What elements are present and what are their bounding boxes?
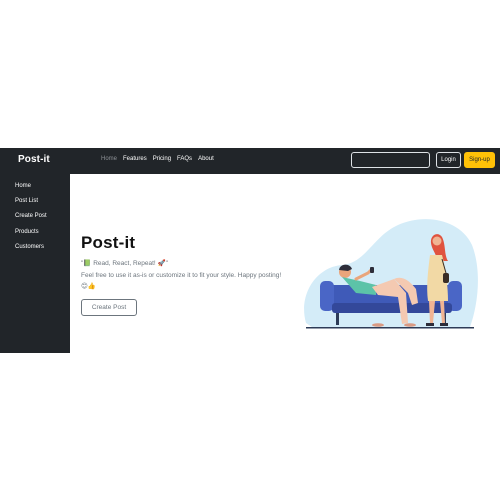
nav-link-faqs[interactable]: FAQs xyxy=(177,156,192,162)
login-button[interactable]: Login xyxy=(436,152,461,168)
hero-description: Feel free to use it as-is or customize i… xyxy=(81,272,282,290)
brand-logo[interactable]: Post-it xyxy=(18,154,50,165)
nav-link-pricing[interactable]: Pricing xyxy=(153,156,171,162)
sidebar-item-customers[interactable]: Customers xyxy=(15,244,44,250)
sidebar-item-create-post[interactable]: Create Post xyxy=(15,213,47,219)
nav-links: Home Features Pricing FAQs About xyxy=(101,156,214,162)
sidebar-item-products[interactable]: Products xyxy=(15,229,39,235)
hero-tagline: "📗 Read, React, Repeat! 🚀" xyxy=(81,260,168,267)
search-input[interactable] xyxy=(351,152,430,168)
hero-title: Post-it xyxy=(81,233,136,252)
nav-link-about[interactable]: About xyxy=(198,156,214,162)
signup-button[interactable]: Sign-up xyxy=(464,152,495,168)
nav-link-home[interactable]: Home xyxy=(101,156,117,162)
sidebar-item-home[interactable]: Home xyxy=(15,183,31,189)
nav-link-features[interactable]: Features xyxy=(123,156,147,162)
sidebar-item-post-list[interactable]: Post List xyxy=(15,198,38,204)
sidebar: Home Post List Create Post Products Cust… xyxy=(0,174,70,353)
create-post-button[interactable]: Create Post xyxy=(81,299,137,316)
sofa-illustration xyxy=(304,219,478,329)
